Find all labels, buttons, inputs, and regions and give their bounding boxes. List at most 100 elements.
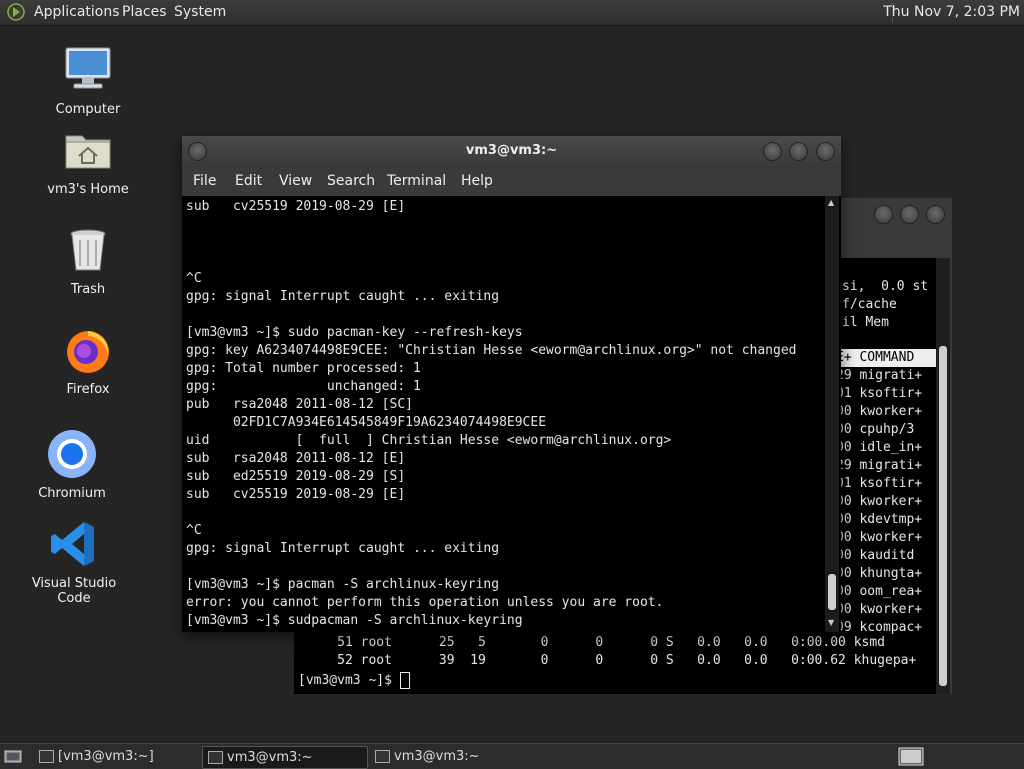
- workspace-switcher-icon[interactable]: [898, 747, 924, 766]
- terminal-menubar: File Edit View Search Terminal Help: [182, 166, 841, 196]
- desktop-icon-trash[interactable]: Trash: [28, 224, 148, 297]
- taskbar-item[interactable]: [vm3@vm3:~]: [34, 746, 198, 767]
- terminal-line: uid [ full ] Christian Hesse <eworm@arch…: [186, 433, 672, 448]
- menu-search[interactable]: Search: [327, 173, 375, 189]
- taskbar-item[interactable]: vm3@vm3:~: [370, 746, 534, 767]
- terminal-line: [vm3@vm3 ~]$ sudpacman -S archlinux-keyr…: [186, 613, 523, 628]
- window-titlebar[interactable]: vm3@vm3:~: [182, 136, 841, 166]
- top-summary-line: si, 0.0 st: [842, 279, 929, 294]
- terminal-line: gpg: signal Interrupt caught ... exiting: [186, 541, 500, 556]
- terminal-line: sub cv25519 2019-08-29 [E]: [186, 487, 406, 502]
- terminal-line: sub ed25519 2019-08-29 [S]: [186, 469, 406, 484]
- terminal-line: error: you cannot perform this operation…: [186, 595, 664, 610]
- computer-icon: [65, 47, 111, 89]
- process-command-cell: 00 oom_rea+: [836, 584, 923, 599]
- applications-menu-icon[interactable]: [7, 3, 25, 21]
- terminal-line: 02FD1C7A934E614545849F19A6234074498E9CEE: [186, 415, 547, 430]
- front-terminal-output[interactable]: sub cv25519 2019-08-29 [E] ^C gpg: signal…: [182, 198, 828, 630]
- taskbar-item-label: vm3@vm3:~: [227, 750, 313, 765]
- window-title: vm3@vm3:~: [465, 143, 558, 158]
- top-panel: Applications Places System Thu Nov 7, 2:…: [0, 0, 1024, 26]
- process-column-header: E+ COMMAND: [836, 349, 936, 367]
- shell-prompt[interactable]: [vm3@vm3 ~]$: [298, 672, 410, 690]
- process-command-cell: 00 khungta+: [836, 566, 923, 581]
- close-button[interactable]: [926, 205, 945, 224]
- top-summary-line: f/cache: [842, 297, 897, 312]
- top-summary-line: il Mem: [842, 315, 889, 330]
- desktop-icon-label: Visual Studio Code: [31, 576, 117, 606]
- maximize-button[interactable]: [789, 142, 808, 161]
- menu-file[interactable]: File: [193, 173, 216, 189]
- scroll-up-arrow[interactable]: ▲: [828, 198, 834, 207]
- process-command-cell: 00 kworker+: [836, 602, 923, 617]
- places-menu[interactable]: Places: [122, 4, 167, 20]
- terminal-line: gpg: unchanged: 1: [186, 379, 421, 394]
- taskbar-item-active[interactable]: vm3@vm3:~: [202, 746, 368, 769]
- process-command-cell: 00 cpuhp/3: [836, 422, 915, 437]
- process-command-cell: 00 kdevtmp+: [836, 512, 923, 527]
- taskbar-item-label: [vm3@vm3:~]: [58, 749, 154, 764]
- process-command-cell: 00 kauditd: [836, 548, 915, 563]
- close-button[interactable]: [816, 142, 835, 161]
- menu-help[interactable]: Help: [461, 173, 493, 189]
- terminal-line: gpg: Total number processed: 1: [186, 361, 421, 376]
- show-desktop-icon[interactable]: [4, 747, 22, 765]
- desktop-icon-vscode[interactable]: Visual Studio Code: [14, 518, 134, 606]
- trash-icon: [70, 229, 106, 271]
- chromium-icon: [48, 430, 96, 478]
- terminal-icon: [39, 750, 54, 763]
- terminal-line: [vm3@vm3 ~]$ sudo pacman-key --refresh-k…: [186, 325, 523, 340]
- scroll-down-arrow[interactable]: ▼: [828, 618, 834, 627]
- menu-terminal[interactable]: Terminal: [387, 173, 446, 189]
- process-command-cell: 01 ksoftir+: [836, 476, 923, 491]
- home-folder-icon: [65, 135, 111, 169]
- process-command-cell: 01 ksoftir+: [836, 386, 923, 401]
- menu-edit[interactable]: Edit: [235, 173, 262, 189]
- desktop-icon-label: vm3's Home: [47, 182, 129, 197]
- system-menu[interactable]: System: [174, 4, 226, 20]
- process-command-cell: 00 idle_in+: [836, 440, 923, 455]
- front-scrollbar-thumb[interactable]: [828, 574, 836, 610]
- menu-view[interactable]: View: [279, 173, 312, 189]
- applications-menu[interactable]: Applications: [34, 4, 120, 20]
- vscode-icon: [51, 522, 94, 566]
- terminal-line: ^C: [186, 271, 202, 286]
- bottom-panel: [vm3@vm3:~] vm3@vm3:~ vm3@vm3:~: [0, 743, 1024, 769]
- process-command-column: 29 migrati+ 01 ksoftir+ 00 kworker+ 00 cpuh…: [836, 367, 922, 637]
- desktop-icon-home[interactable]: vm3's Home: [28, 124, 148, 197]
- desktop-icon-computer[interactable]: Computer: [28, 44, 148, 117]
- back-scrollbar[interactable]: [936, 258, 950, 694]
- front-scrollbar[interactable]: ▲ ▼: [825, 196, 839, 632]
- back-scrollbar-thumb[interactable]: [939, 346, 947, 686]
- process-row: 52 root 39 19 0 0 0 S 0.0 0.0 0:00.62 kh…: [298, 653, 917, 668]
- process-command-cell: 00 kworker+: [836, 404, 923, 419]
- desktop-icon-label: Computer: [55, 102, 121, 117]
- minimize-button[interactable]: [763, 142, 782, 161]
- desktop-icon-label: Firefox: [66, 382, 110, 397]
- desktop-icon-chromium[interactable]: Chromium: [12, 428, 132, 501]
- text-cursor: [399, 672, 410, 689]
- process-row: 51 root 25 5 0 0 0 S 0.0 0.0 0:00.00 ksm…: [298, 635, 885, 650]
- terminal-line: sub cv25519 2019-08-29 [E]: [186, 199, 406, 214]
- process-command-cell: 00 kworker+: [836, 530, 923, 545]
- clock[interactable]: Thu Nov 7, 2:03 PM: [883, 4, 1020, 20]
- terminal-line: pub rsa2048 2011-08-12 [SC]: [186, 397, 413, 412]
- minimize-button[interactable]: [874, 205, 893, 224]
- process-command-cell: 29 migrati+: [836, 458, 923, 473]
- maximize-button[interactable]: [900, 205, 919, 224]
- terminal-line: ^C: [186, 523, 202, 538]
- desktop-icon-firefox[interactable]: Firefox: [28, 324, 148, 397]
- firefox-icon: [67, 331, 109, 373]
- terminal-line: gpg: key A6234074498E9CEE: "Christian He…: [186, 343, 797, 358]
- process-command-cell: 00 kworker+: [836, 494, 923, 509]
- terminal-icon: [208, 751, 223, 764]
- taskbar-item-label: vm3@vm3:~: [394, 749, 480, 764]
- front-terminal-window[interactable]: vm3@vm3:~ File Edit View Search Terminal…: [182, 136, 841, 632]
- terminal-line: gpg: signal Interrupt caught ... exiting: [186, 289, 500, 304]
- prompt-text: [vm3@vm3 ~]$: [298, 673, 400, 688]
